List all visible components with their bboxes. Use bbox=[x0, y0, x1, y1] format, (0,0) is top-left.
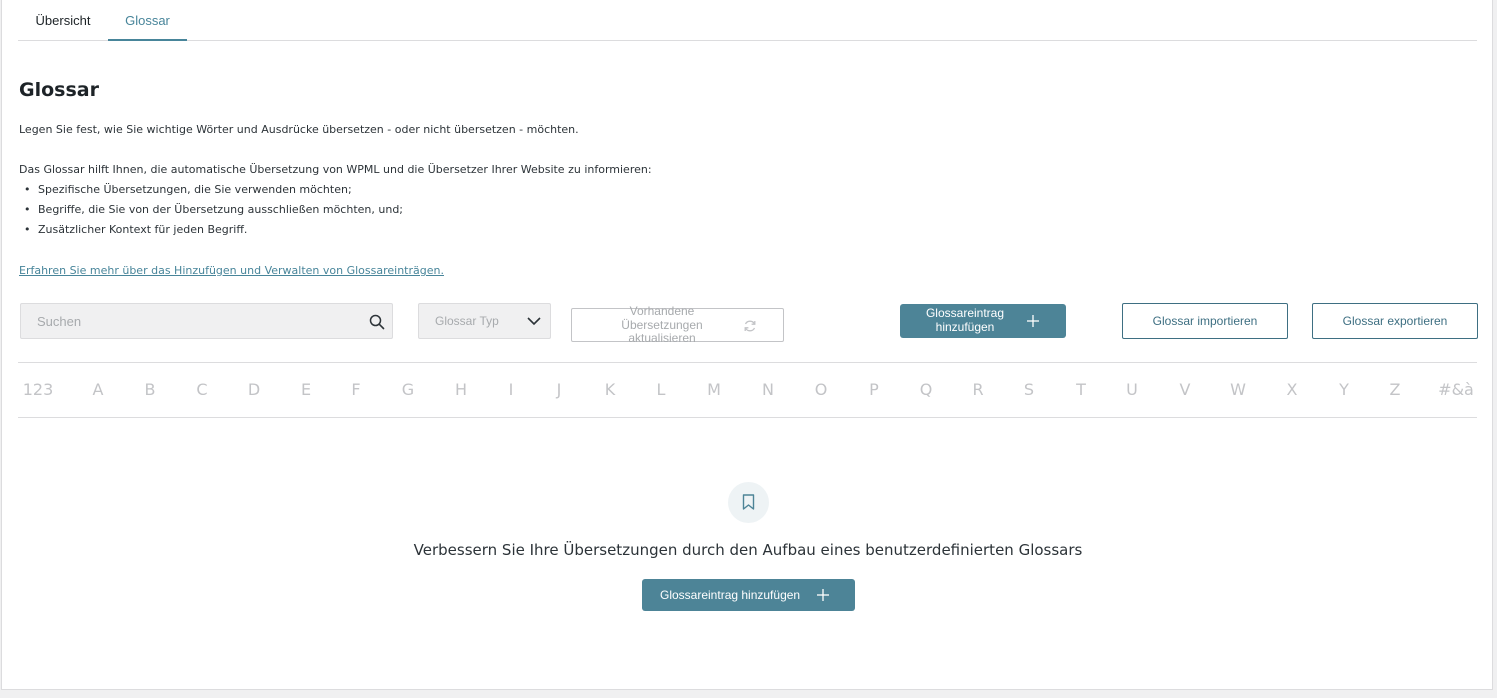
refresh-translations-label: Vorhandene Übersetzungen aktualisieren bbox=[621, 304, 703, 345]
add-entry-button[interactable]: Glossareintrag hinzufügen bbox=[900, 304, 1066, 338]
import-glossary-button[interactable]: Glossar importieren bbox=[1122, 303, 1288, 339]
letter-filter[interactable]: A bbox=[93, 380, 104, 399]
letter-filter[interactable]: M bbox=[707, 380, 721, 399]
letter-filter[interactable]: S bbox=[1024, 380, 1034, 399]
letter-filter[interactable]: P bbox=[869, 380, 879, 399]
letter-filter[interactable]: F bbox=[351, 380, 360, 399]
letter-filter[interactable]: X bbox=[1287, 380, 1298, 399]
letter-filter[interactable]: V bbox=[1180, 380, 1191, 399]
letter-filter[interactable]: E bbox=[301, 380, 311, 399]
letter-filter[interactable]: R bbox=[972, 380, 983, 399]
glossary-panel: Übersicht Glossar Glossar Legen Sie fest… bbox=[1, 0, 1493, 690]
add-entry-label: Glossareintrag hinzufügen bbox=[660, 588, 801, 602]
search-icon[interactable] bbox=[369, 314, 385, 330]
add-entry-button-empty[interactable]: Glossareintrag hinzufügen bbox=[642, 579, 855, 611]
letter-filter[interactable]: O bbox=[815, 380, 828, 399]
list-item-text: Spezifische Übersetzungen, die Sie verwe… bbox=[38, 183, 352, 196]
letter-filter[interactable]: T bbox=[1076, 380, 1086, 399]
chevron-down-icon bbox=[527, 317, 541, 326]
glossary-type-select[interactable]: Glossar Typ bbox=[418, 303, 551, 339]
letter-filter[interactable]: J bbox=[557, 380, 562, 399]
tab-bar: Übersicht Glossar bbox=[18, 0, 1477, 41]
letter-filter[interactable]: #&à bbox=[1438, 380, 1474, 399]
letter-filter[interactable]: I bbox=[509, 380, 514, 399]
list-item-text: Begriffe, die Sie von der Übersetzung au… bbox=[38, 203, 404, 216]
letter-filter[interactable]: G bbox=[402, 380, 414, 399]
plus-icon bbox=[817, 589, 829, 601]
refresh-translations-button[interactable]: Vorhandene Übersetzungen aktualisieren bbox=[571, 304, 784, 345]
list-item: • Spezifische Übersetzungen, die Sie verw… bbox=[24, 183, 352, 196]
letter-filter[interactable]: H bbox=[455, 380, 467, 399]
letter-filter[interactable]: C bbox=[196, 380, 207, 399]
list-item: • Zusätzlicher Kontext für jeden Begriff. bbox=[24, 223, 248, 236]
learn-more-link[interactable]: Erfahren Sie mehr über das Hinzufügen un… bbox=[19, 264, 444, 277]
search-input[interactable] bbox=[21, 304, 361, 338]
letter-filter[interactable]: 123 bbox=[23, 380, 54, 399]
plus-icon bbox=[1027, 315, 1039, 327]
letter-filter[interactable]: Z bbox=[1390, 380, 1401, 399]
letter-filter[interactable]: Y bbox=[1339, 380, 1349, 399]
letter-filter[interactable]: B bbox=[145, 380, 156, 399]
explain-text: Das Glossar hilft Ihnen, die automatisch… bbox=[19, 163, 652, 176]
letter-filter[interactable]: L bbox=[657, 380, 666, 399]
search-box bbox=[20, 303, 393, 339]
glossary-type-label: Glossar Typ bbox=[435, 314, 499, 328]
intro-text: Legen Sie fest, wie Sie wichtige Wörter … bbox=[19, 123, 579, 136]
bookmark-icon bbox=[742, 494, 755, 510]
tab-glossary[interactable]: Glossar bbox=[108, 0, 187, 41]
letter-filter[interactable]: K bbox=[605, 380, 616, 399]
empty-state-badge bbox=[728, 482, 769, 523]
list-item-text: Zusätzlicher Kontext für jeden Begriff. bbox=[38, 223, 248, 236]
export-glossary-button[interactable]: Glossar exportieren bbox=[1312, 303, 1478, 339]
alphabet-filter: 123 A B C D E F G H I J K L M N O P Q R … bbox=[18, 362, 1477, 418]
refresh-icon bbox=[744, 320, 756, 332]
tab-overview[interactable]: Übersicht bbox=[18, 0, 108, 40]
letter-filter[interactable]: W bbox=[1230, 380, 1246, 399]
add-entry-label: Glossareintrag hinzufügen bbox=[925, 306, 1005, 334]
feature-list: • Spezifische Übersetzungen, die Sie verw… bbox=[24, 183, 403, 243]
empty-state-message: Verbessern Sie Ihre Übersetzungen durch … bbox=[413, 541, 1083, 559]
letter-filter[interactable]: U bbox=[1126, 380, 1138, 399]
letter-filter[interactable]: Q bbox=[920, 380, 933, 399]
letter-filter[interactable]: D bbox=[248, 380, 260, 399]
list-item: • Begriffe, die Sie von der Übersetzung a… bbox=[24, 203, 404, 216]
letter-filter[interactable]: N bbox=[762, 380, 774, 399]
page-title: Glossar bbox=[19, 79, 99, 101]
